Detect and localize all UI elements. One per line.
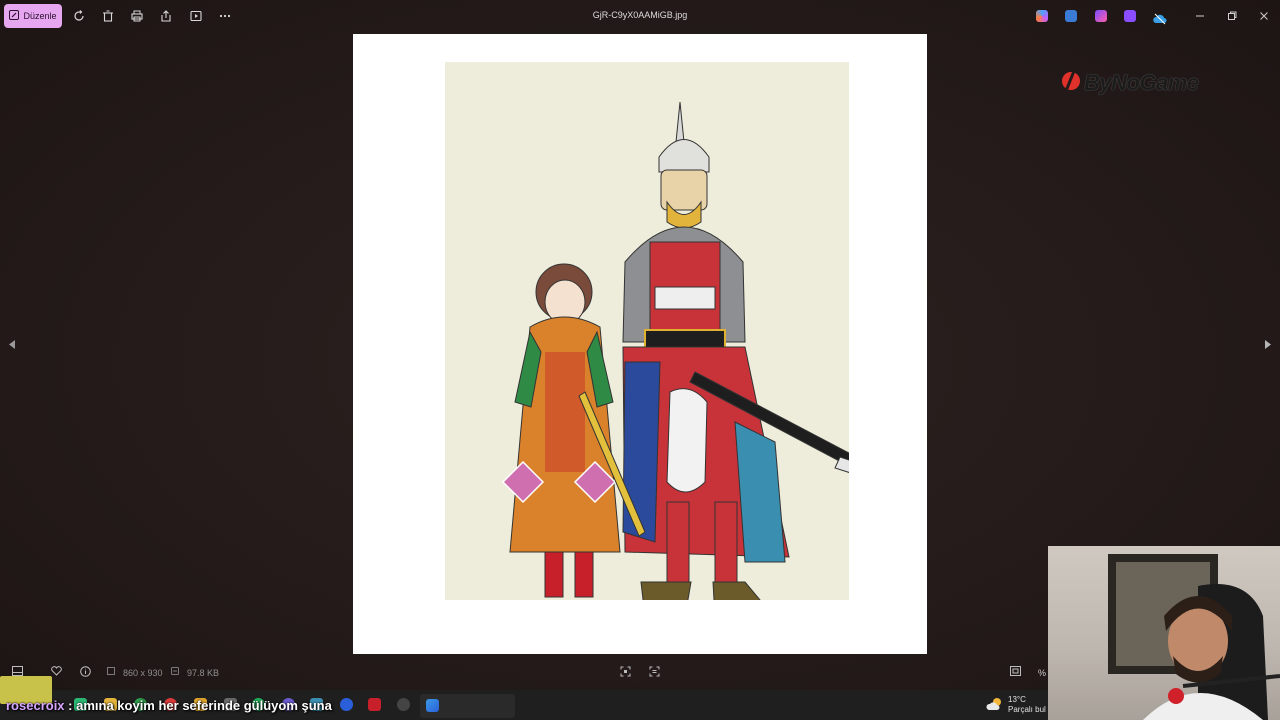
full-screen-icon[interactable] [1008,664,1022,678]
share-icon[interactable] [158,8,174,24]
viewed-image[interactable] [353,34,927,654]
chat-text: : amına koyim her seferinde gülüyom şuna [68,698,332,713]
edit-button[interactable]: Düzenle [4,4,62,28]
edit-icon [9,10,20,22]
onedrive-icon[interactable] [1153,10,1167,25]
rotate-icon[interactable] [71,8,87,24]
chat-username: rosecroix [6,698,65,713]
zoom-level[interactable]: % [1038,668,1046,678]
weather-icon [986,696,1004,714]
photos-app-icon[interactable] [426,699,439,712]
clipchamp-icon[interactable] [1124,10,1136,22]
weather-widget[interactable]: 13°C Parçalı bul [986,692,1046,718]
illustration [445,62,886,619]
fit-to-window-icon[interactable] [647,664,661,678]
weather-condition: Parçalı bul [1008,705,1046,714]
taskbar-app-icon[interactable] [397,698,410,711]
next-image-icon[interactable] [1258,334,1278,354]
streamer-webcam-image [1108,554,1280,720]
delete-icon[interactable] [100,8,116,24]
taskbar-app-icon[interactable] [340,698,353,711]
photo-editor-icon[interactable] [1065,10,1077,22]
taskbar-active-app[interactable] [420,694,515,718]
copilot-icon[interactable] [1036,10,1048,22]
chat-message: rosecroix : amına koyim her seferinde gü… [6,698,332,713]
more-options-icon[interactable] [217,8,233,24]
acrobat-icon[interactable] [368,698,381,711]
bynogame-watermark: ByNoGame [1060,66,1199,100]
tall-warrior-figure [622,101,886,619]
previous-image-icon[interactable] [2,334,22,354]
file-size-icon [170,664,180,678]
file-name: GjR-C9yX0AAMiGB.jpg [592,10,688,20]
webcam-overlay [1048,546,1280,720]
minimize-icon[interactable] [1192,8,1208,24]
print-icon[interactable] [129,8,145,24]
close-icon[interactable] [1256,8,1272,24]
title-bar: Düzenle GjR-C9yX0AAMiGB.jpg [0,0,1280,32]
actual-size-icon[interactable] [618,664,632,678]
info-icon[interactable] [78,664,92,678]
weather-temperature: 13°C [1008,695,1026,704]
bynogame-logo-icon [1060,69,1082,97]
edit-button-label: Düzenle [23,11,57,21]
watermark-text: ByNoGame [1084,70,1199,95]
slideshow-icon[interactable] [188,8,204,24]
warriors-illustration [501,101,886,619]
file-size: 97.8 KB [187,668,220,678]
dimensions-icon [106,664,116,678]
image-dimensions: 860 x 930 [123,668,163,678]
designer-icon[interactable] [1095,10,1107,22]
restore-icon[interactable] [1224,8,1240,24]
